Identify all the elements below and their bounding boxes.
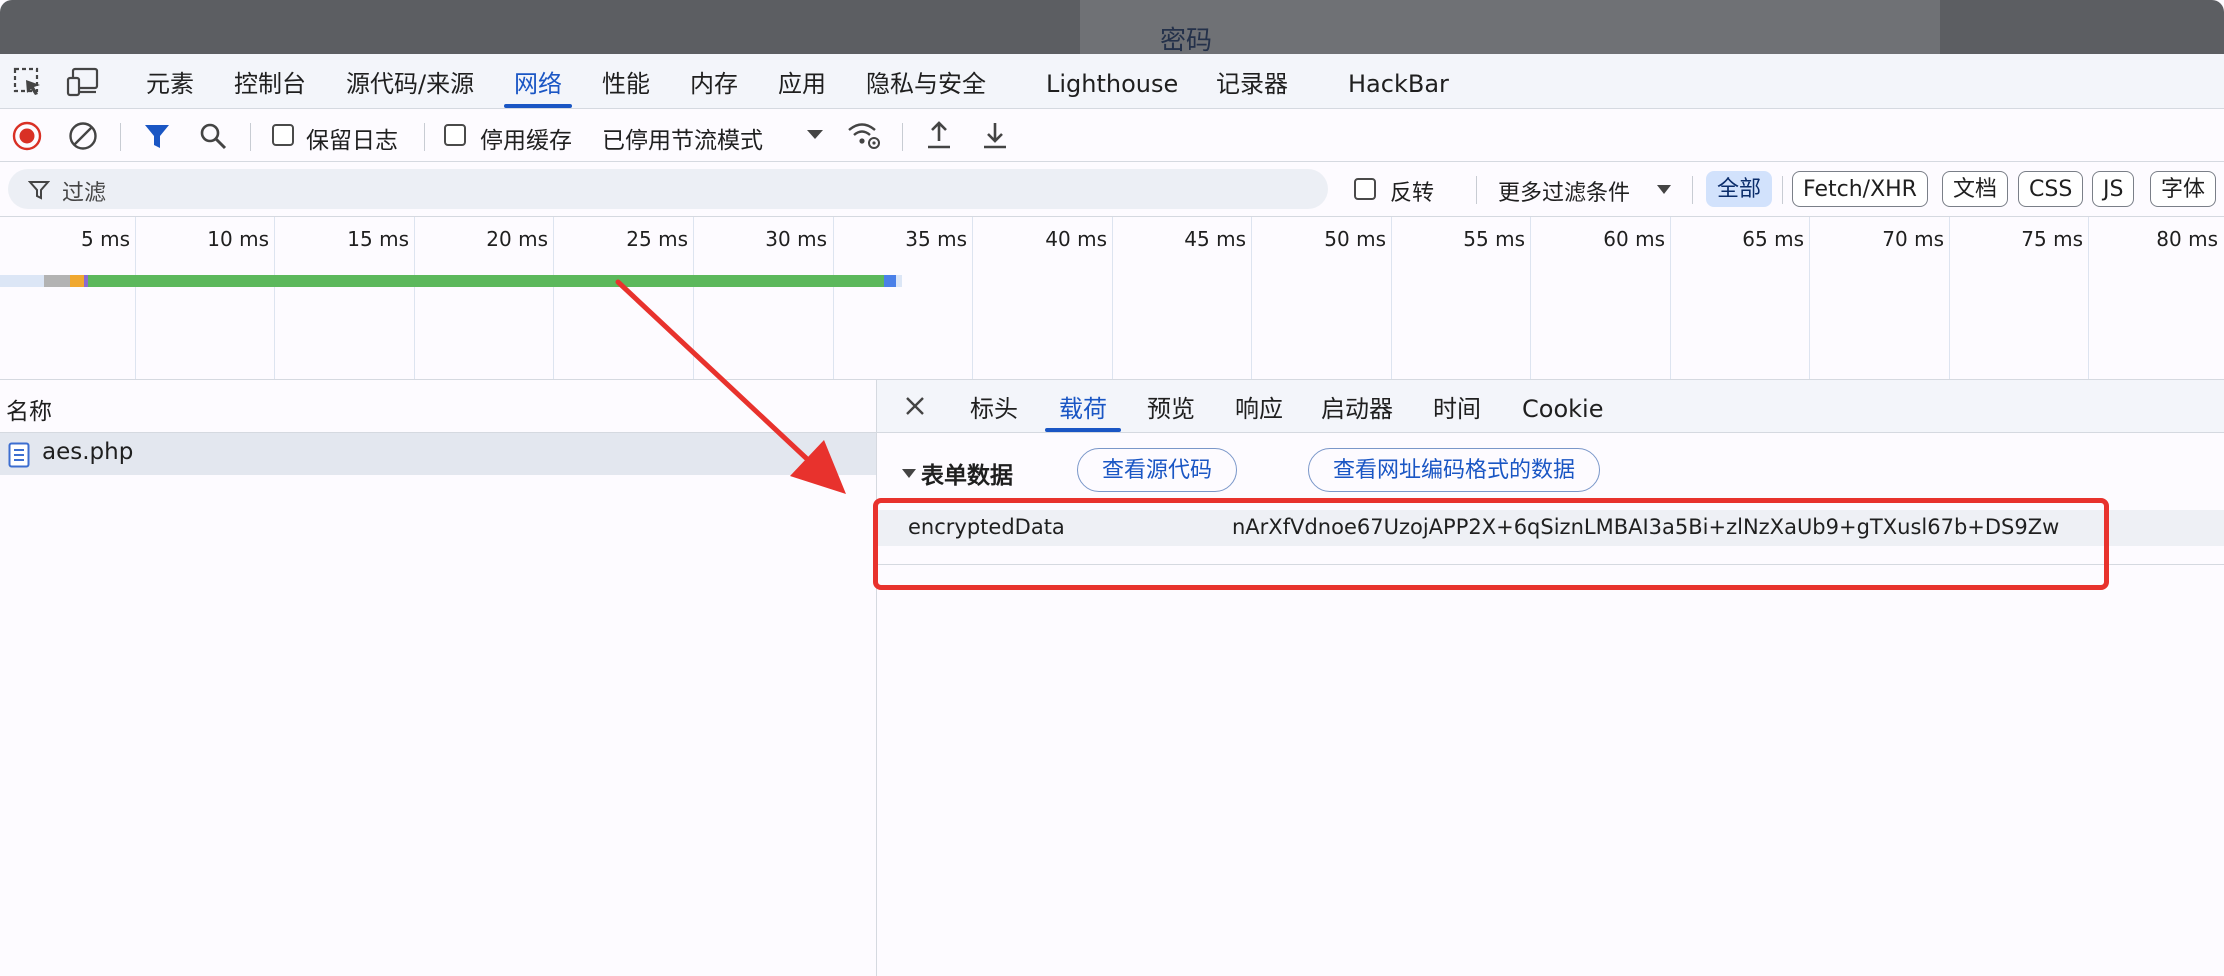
request-details: 标头 载荷 预览 响应 启动器 时间 Cookie 表单数据 查看源代码 查看网… (877, 380, 2224, 976)
timeline-tick: 70 ms (1882, 227, 1944, 251)
timeline-tick: 20 ms (486, 227, 548, 251)
filter-input[interactable]: 过滤 (8, 169, 1328, 209)
clear-icon[interactable] (68, 121, 98, 151)
timeline-tick: 55 ms (1463, 227, 1525, 251)
request-list-header: 名称 (0, 380, 876, 433)
devtools-tab-bar: 元素 控制台 源代码/来源 网络 性能 内存 应用 隐私与安全 Lighthou… (0, 54, 2224, 109)
search-icon[interactable] (198, 121, 228, 151)
timeline-tick: 10 ms (207, 227, 269, 251)
disable-cache-checkbox[interactable] (444, 124, 466, 146)
inspect-element-icon[interactable] (12, 66, 44, 98)
record-stop-icon[interactable] (12, 121, 42, 151)
preserve-log-checkbox[interactable] (272, 124, 294, 146)
page-title: 密码 (1160, 26, 1213, 54)
timeline-tick: 15 ms (347, 227, 409, 251)
chip-fetch-xhr[interactable]: Fetch/XHR (1792, 171, 1928, 207)
close-icon[interactable] (904, 395, 926, 417)
annotation-highlight-box (873, 498, 2109, 590)
waterfall-waiting-segment (88, 275, 884, 287)
detail-tab-bar: 标头 载荷 预览 响应 启动器 时间 Cookie (877, 380, 2224, 433)
timeline-overview[interactable]: 5 ms 10 ms 15 ms 20 ms 25 ms 30 ms 35 ms… (0, 217, 2224, 380)
request-list: 名称 aes.php (0, 380, 877, 976)
timeline-tick: 60 ms (1603, 227, 1665, 251)
tab-lighthouse[interactable]: Lighthouse (1046, 54, 1178, 108)
more-filters-chevron-icon[interactable] (1656, 184, 1672, 196)
timeline-tick: 80 ms (2156, 227, 2218, 251)
column-name-header[interactable]: 名称 (6, 392, 52, 426)
filter-row: 过滤 反转 更多过滤条件 全部 Fetch/XHR 文档 CSS JS 字体 (0, 162, 2224, 217)
tab-preview[interactable]: 预览 (1147, 380, 1195, 432)
chip-all[interactable]: 全部 (1706, 171, 1773, 207)
chip-css[interactable]: CSS (2018, 171, 2084, 207)
tab-initiator[interactable]: 启动器 (1321, 380, 1393, 432)
filter-funnel-icon[interactable] (142, 121, 172, 151)
tab-timing[interactable]: 时间 (1433, 380, 1481, 432)
tab-performance[interactable]: 性能 (602, 54, 650, 108)
more-filters-dropdown[interactable]: 更多过滤条件 (1498, 175, 1630, 207)
filter-icon (28, 181, 50, 200)
export-har-icon[interactable] (980, 119, 1010, 151)
tab-memory[interactable]: 内存 (690, 54, 738, 108)
network-toolbar: 保留日志 停用缓存 已停用节流模式 (0, 109, 2224, 162)
tab-sources[interactable]: 源代码/来源 (346, 54, 474, 108)
invert-label: 反转 (1390, 181, 1435, 206)
tab-response[interactable]: 响应 (1235, 380, 1283, 432)
chip-js[interactable]: JS (2092, 171, 2135, 207)
tab-elements[interactable]: 元素 (146, 54, 194, 108)
view-source-button[interactable]: 查看源代码 (1077, 448, 1238, 492)
tab-privacy-security[interactable]: 隐私与安全 (866, 54, 986, 108)
tab-headers[interactable]: 标头 (970, 380, 1018, 432)
chevron-down-icon[interactable] (806, 129, 824, 141)
timeline-tick: 30 ms (765, 227, 827, 251)
timeline-tick: 25 ms (626, 227, 688, 251)
timeline-tick: 40 ms (1045, 227, 1107, 251)
tab-payload[interactable]: 载荷 (1045, 380, 1121, 432)
tab-network[interactable]: 网络 (504, 54, 572, 108)
chip-document[interactable]: 文档 (1942, 171, 2009, 207)
tab-console[interactable]: 控制台 (234, 54, 306, 108)
table-row[interactable]: aes.php (0, 433, 876, 475)
timeline-tick: 45 ms (1184, 227, 1246, 251)
tab-recorder[interactable]: 记录器 (1216, 54, 1288, 108)
document-file-icon (8, 442, 30, 468)
preserve-log-label: 保留日志 (306, 128, 398, 154)
chip-font[interactable]: 字体 (2150, 171, 2217, 207)
timeline-tick: 75 ms (2021, 227, 2083, 251)
device-toolbar-icon[interactable] (66, 66, 100, 98)
tab-cookie[interactable]: Cookie (1522, 380, 1603, 432)
filter-placeholder: 过滤 (62, 181, 107, 206)
waterfall-queue-segment (44, 275, 70, 287)
request-name: aes.php (42, 439, 134, 465)
waterfall-download-segment (884, 275, 896, 287)
tab-hackbar[interactable]: HackBar (1348, 54, 1449, 108)
tab-application[interactable]: 应用 (778, 54, 826, 108)
timeline-tick: 35 ms (905, 227, 967, 251)
section-collapse-icon[interactable] (901, 468, 917, 480)
invert-checkbox[interactable] (1354, 178, 1376, 200)
waterfall-connect-segment (70, 275, 84, 287)
page-behind-strip: 密码 (0, 0, 2224, 54)
timeline-tick: 5 ms (81, 227, 130, 251)
form-data-title[interactable]: 表单数据 (921, 456, 1013, 490)
view-url-encoded-button[interactable]: 查看网址编码格式的数据 (1308, 448, 1601, 492)
import-har-icon[interactable] (924, 119, 954, 151)
throttling-select[interactable]: 已停用节流模式 (602, 121, 763, 155)
disable-cache-label: 停用缓存 (480, 128, 572, 154)
network-conditions-icon[interactable] (846, 119, 882, 153)
timeline-tick: 65 ms (1742, 227, 1804, 251)
timeline-tick: 50 ms (1324, 227, 1386, 251)
